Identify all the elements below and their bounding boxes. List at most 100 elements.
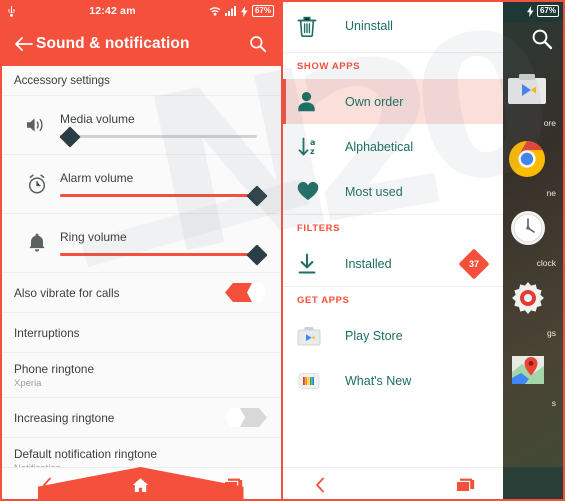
drawer-app-label: ore (543, 118, 556, 128)
menu-item-label: Most used (345, 184, 403, 199)
badge-count: 37 (468, 258, 479, 269)
menu-item-uninstall[interactable]: Uninstall (283, 0, 503, 52)
menu-item-own-order[interactable]: Own order (283, 79, 503, 124)
row-title: Increasing ringtone (14, 410, 115, 425)
drawer-app-maps[interactable]: s (500, 344, 565, 414)
drawer-app-label: gs (547, 328, 556, 338)
drawer-app-settings[interactable]: gs (500, 274, 565, 344)
play-store-icon (508, 74, 546, 106)
slider-row-alarm-volume[interactable]: Alarm volume (0, 155, 281, 214)
drawer-search-icon[interactable] (531, 28, 553, 50)
menu-item-label: Alphabetical (345, 139, 414, 154)
toggle-also-vibrate[interactable] (225, 283, 267, 302)
section-label: Accessory settings (14, 74, 110, 87)
drawer-app-label: ne (546, 188, 556, 198)
signal-icon (224, 6, 237, 16)
drawer-app-label: s (551, 398, 556, 408)
menu-list: Uninstall SHOW APPS Own order az Alphabe… (283, 0, 503, 403)
svg-text:a: a (310, 138, 315, 147)
slider-label: Media volume (60, 112, 135, 126)
sort-alphabetical-icon: az (297, 136, 335, 158)
alarm-clock-icon (14, 173, 60, 195)
row-also-vibrate-for-calls[interactable]: Also vibrate for calls (0, 273, 281, 313)
slider-track[interactable] (60, 184, 268, 207)
search-icon[interactable] (249, 35, 267, 53)
trash-icon (297, 15, 335, 37)
slider-thumb[interactable] (59, 125, 81, 148)
play-store-icon (297, 325, 335, 347)
menu-item-label: Own order (345, 94, 404, 109)
nav-back-icon[interactable] (0, 477, 94, 493)
drawer-app-list: ore ne clock gs s (500, 60, 565, 414)
toggle-increasing-ringtone[interactable] (225, 408, 267, 427)
menu-item-label: What's New (345, 373, 412, 388)
arrow-back-icon[interactable] (14, 36, 33, 52)
slider-track[interactable] (59, 125, 257, 148)
menu-item-label: Installed (345, 256, 392, 271)
right-status-bar: 67% (500, 0, 565, 22)
settings-gear-icon (510, 280, 546, 316)
bell-ring-icon (14, 232, 60, 254)
slider-label: Alarm volume (60, 171, 134, 185)
left-app-bar: Sound & notification (0, 22, 281, 66)
menu-section-show-apps: SHOW APPS (283, 53, 503, 79)
slider-thumb[interactable] (246, 243, 268, 266)
drawer-app-clock[interactable]: clock (500, 204, 565, 274)
right-navigation-bar (283, 467, 503, 501)
menu-item-most-used[interactable]: Most used (283, 169, 503, 214)
menu-item-whats-new[interactable]: What's New (283, 358, 503, 403)
clock-icon (510, 210, 546, 246)
slider-track[interactable] (60, 243, 268, 266)
left-status-bar: 12:42 am 67% (0, 0, 281, 22)
chrome-icon (508, 140, 546, 178)
menu-item-label: Play Store (345, 328, 403, 343)
row-phone-ringtone[interactable]: Phone ringtone Xperia (0, 353, 281, 398)
status-time: 12:42 am (89, 5, 136, 17)
row-title: Interruptions (14, 325, 80, 340)
drawer-app-play-store[interactable]: ore (500, 60, 565, 134)
download-icon (297, 253, 335, 275)
sort-filter-menu-panel: Uninstall SHOW APPS Own order az Alphabe… (283, 0, 503, 501)
nav-home-icon[interactable] (94, 477, 188, 493)
maps-pin-icon (510, 352, 546, 388)
settings-list: Accessory settings Media volume Alarm vo… (0, 66, 281, 483)
whats-new-icon (297, 370, 335, 392)
row-title: Also vibrate for calls (14, 285, 120, 300)
nav-back-icon[interactable] (283, 477, 356, 493)
media-volume-slider[interactable]: Media volume (59, 112, 267, 148)
menu-item-label: Uninstall (345, 19, 393, 33)
menu-item-installed[interactable]: Installed 37 (283, 241, 503, 286)
ring-volume-slider[interactable]: Ring volume (60, 230, 268, 266)
wifi-icon (209, 6, 221, 16)
charging-bolt-icon (240, 5, 248, 17)
status-left-icons (7, 5, 16, 17)
nav-recents-icon[interactable] (430, 478, 503, 492)
slider-row-ring-volume[interactable]: Ring volume (0, 214, 281, 273)
svg-text:z: z (310, 147, 315, 156)
page-title: Sound & notification (36, 35, 190, 52)
slider-label: Ring volume (60, 230, 127, 244)
app-drawer-strip: 67% ore ne clock gs s (500, 0, 565, 501)
heart-icon (297, 182, 335, 201)
row-title: Default notification ringtone (14, 447, 157, 461)
row-subtitle: Xperia (14, 377, 42, 389)
row-interruptions[interactable]: Interruptions (0, 313, 281, 353)
menu-item-alphabetical[interactable]: az Alphabetical (283, 124, 503, 169)
nav-recents-icon[interactable] (187, 478, 281, 492)
menu-section-filters: FILTERS (283, 215, 503, 241)
left-navigation-bar (0, 467, 281, 501)
drawer-app-chrome[interactable]: ne (500, 134, 565, 204)
left-screen-sound-notification: 12:42 am 67% Sound & notification Access… (0, 0, 283, 501)
row-increasing-ringtone[interactable]: Increasing ringtone (0, 398, 281, 438)
right-screen-app-drawer-menu: 67% ore ne clock gs s Uninstall SHOW APP… (283, 0, 565, 501)
person-icon (297, 91, 335, 112)
menu-item-play-store[interactable]: Play Store (283, 313, 503, 358)
slider-thumb[interactable] (246, 184, 268, 207)
speaker-volume-icon (14, 116, 60, 134)
charging-bolt-icon (526, 5, 534, 17)
status-right-icons: 67% (209, 5, 274, 17)
installed-count-badge: 37 (458, 247, 490, 280)
slider-row-media-volume[interactable]: Media volume (0, 96, 281, 155)
section-accessory-settings: Accessory settings (0, 66, 281, 96)
alarm-volume-slider[interactable]: Alarm volume (60, 171, 268, 207)
